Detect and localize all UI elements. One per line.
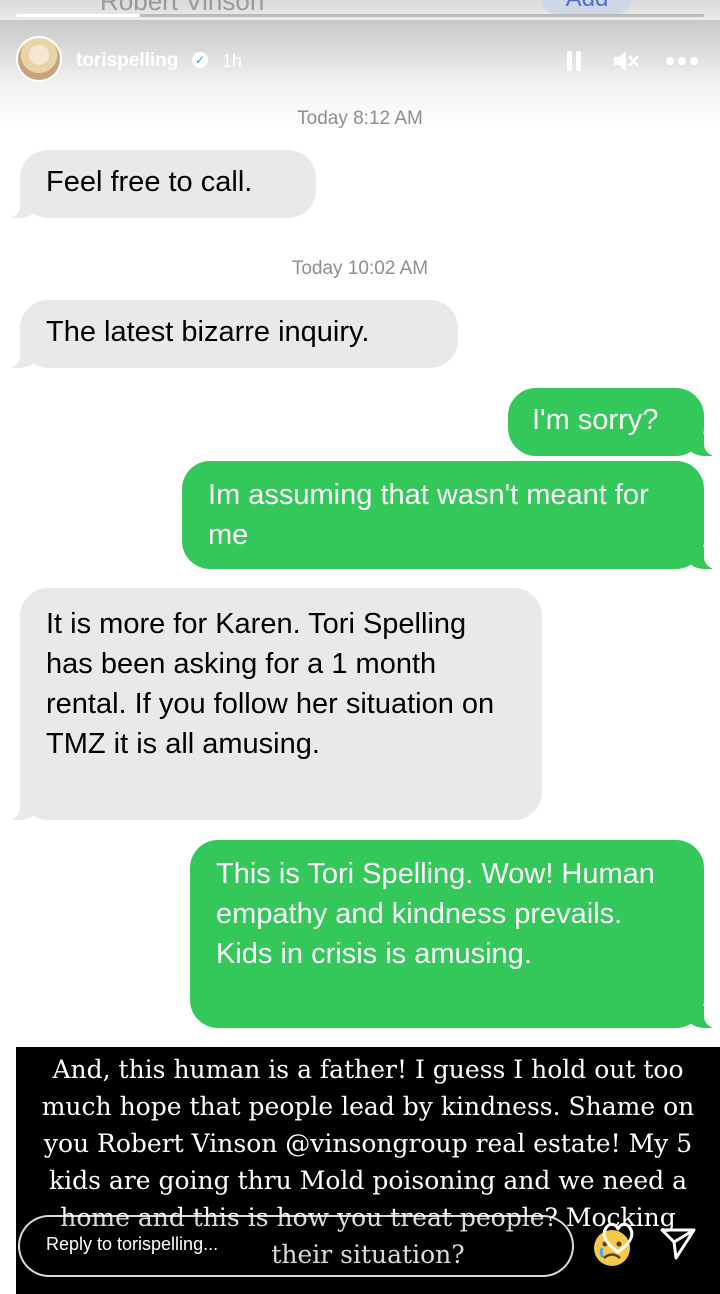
like-button[interactable] (596, 1216, 644, 1264)
avatar[interactable] (16, 36, 62, 82)
reply-placeholder: Reply to torispelling... (46, 1234, 219, 1254)
more-icon (666, 57, 698, 65)
outgoing-message: I'm sorry? (508, 388, 720, 456)
message-text: I'm sorry? (532, 404, 659, 436)
story-progress-fill (16, 14, 140, 17)
incoming-message: It is more for Karen. Tori Spelling has … (2, 588, 542, 820)
outgoing-message: This is Tori Spelling. Wow! Human empath… (190, 840, 720, 1028)
incoming-message: The latest bizarre inquiry. (2, 300, 458, 368)
verified-badge-icon: ✓ (192, 52, 208, 68)
message-text: The latest bizarre inquiry. (46, 316, 370, 348)
send-button[interactable] (656, 1220, 704, 1268)
message-timestamp: Today 8:12 AM (297, 108, 423, 129)
mute-button[interactable] (608, 44, 644, 78)
outgoing-message: Im assuming that wasn't meant for me (182, 461, 720, 569)
message-text: Im assuming that wasn't meant for me (208, 479, 649, 551)
message-timestamp: Today 10:02 AM (291, 258, 429, 279)
message-text: This is Tori Spelling. Wow! Human empath… (216, 858, 655, 970)
pause-button[interactable] (556, 44, 592, 78)
story-progress-bar (16, 14, 704, 17)
message-text: It is more for Karen. Tori Spelling has … (46, 608, 495, 760)
incoming-message: Feel free to call. (2, 150, 316, 218)
story-username[interactable]: torispelling (76, 50, 178, 72)
mute-icon (614, 51, 639, 71)
heart-icon (602, 1222, 634, 1254)
pause-icon (565, 51, 583, 71)
message-text: Feel free to call. (46, 166, 253, 198)
more-options-button[interactable] (660, 44, 704, 78)
add-contact-button: Add (542, 0, 632, 14)
contact-header-remnant: Robert Vinson Add (0, 0, 720, 20)
reply-input[interactable]: Reply to torispelling... (18, 1215, 574, 1277)
send-icon (660, 1228, 696, 1260)
story-time-ago: 1h (222, 51, 243, 71)
